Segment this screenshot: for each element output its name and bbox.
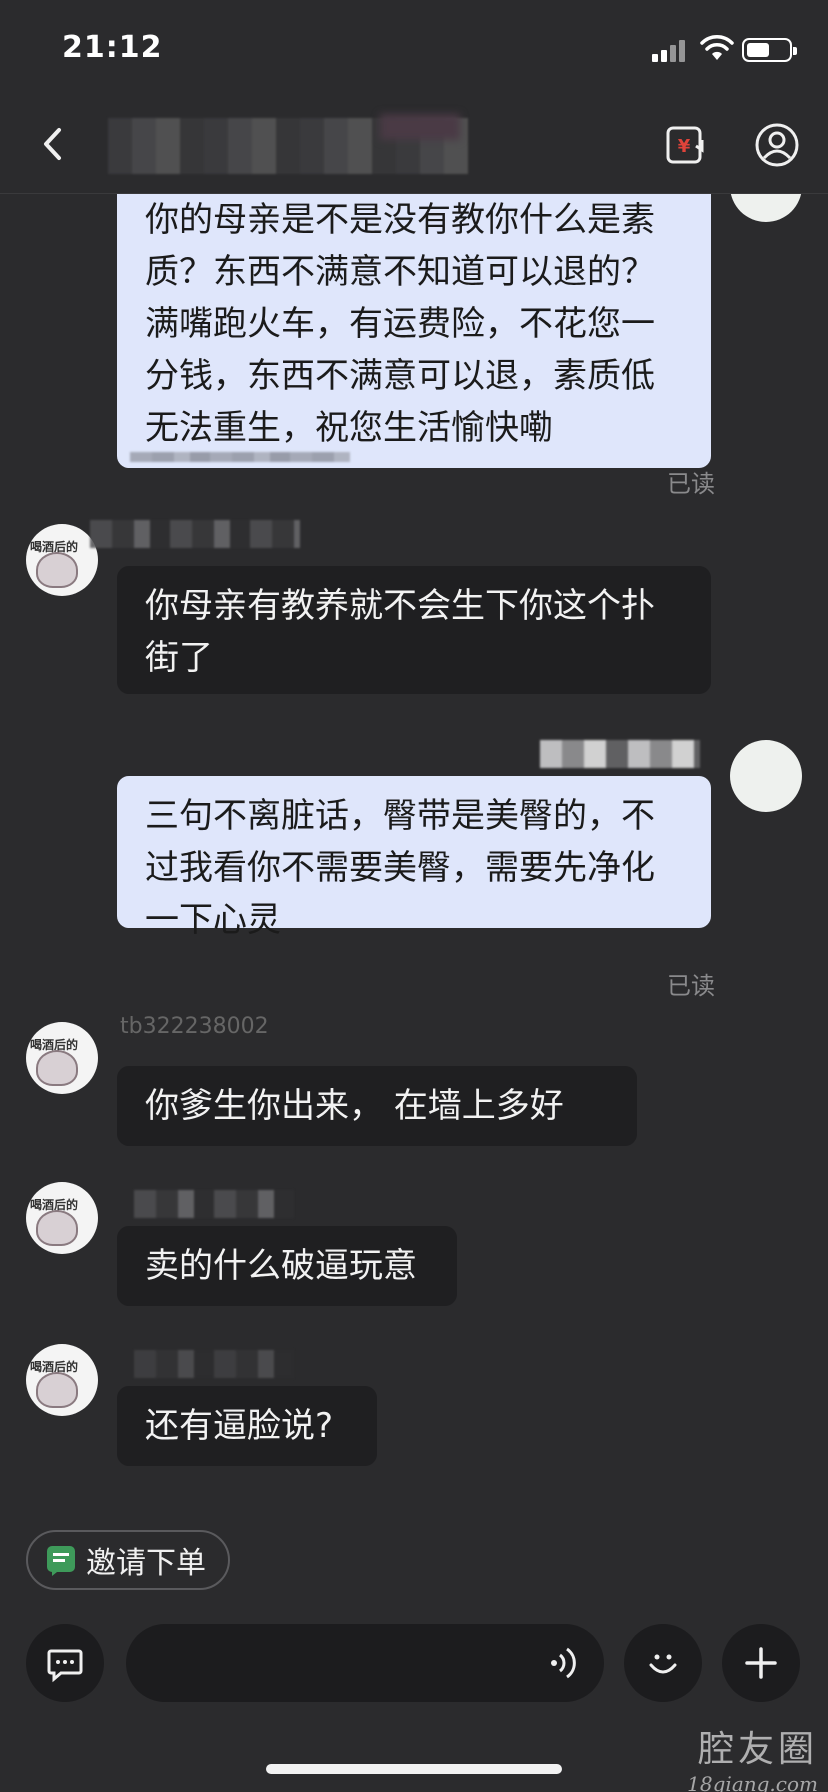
svg-text:¥: ¥: [678, 136, 691, 157]
sender-name-pixelated: [90, 520, 300, 548]
chat-header: ¥: [0, 96, 828, 194]
home-indicator[interactable]: [266, 1764, 562, 1774]
contact-avatar[interactable]: 喝酒后的: [26, 1182, 98, 1254]
chat-bubble-icon: [47, 1649, 83, 1683]
profile-button[interactable]: [754, 122, 800, 168]
status-bar: 21:12: [0, 0, 828, 96]
back-button[interactable]: [30, 116, 74, 172]
pixelated-smudge: [130, 452, 350, 462]
contact-avatar[interactable]: 喝酒后的: [26, 524, 98, 596]
voice-input-icon[interactable]: [548, 1642, 582, 1684]
invite-order-button[interactable]: 邀请下单: [26, 1530, 230, 1590]
emoji-button[interactable]: [624, 1624, 702, 1702]
sender-name-pixelated: [134, 1350, 294, 1378]
order-note-icon: [47, 1546, 75, 1576]
chat-title-pixelated-accent: [380, 114, 460, 140]
message-bubble-incoming[interactable]: 还有逼脸说?: [117, 1386, 377, 1466]
read-status: 已读: [667, 470, 715, 498]
message-input[interactable]: [126, 1624, 604, 1702]
status-time: 21:12: [62, 30, 163, 65]
more-actions-button[interactable]: [722, 1624, 800, 1702]
contact-avatar[interactable]: 喝酒后的: [26, 1344, 98, 1416]
site-watermark: 腔友圈 18qiang.com: [687, 1720, 818, 1792]
message-bubble-incoming[interactable]: 你爹生你出来， 在墙上多好: [117, 1066, 637, 1146]
chevron-left-icon: [44, 128, 61, 160]
watermark-url: 18qiang.com: [687, 1772, 818, 1792]
price-change-button[interactable]: ¥: [664, 124, 708, 168]
message-list[interactable]: 你的母亲是不是没有教你什么是素质？东西不满意不知道可以退的？满嘴跑火车，有运费险…: [0, 194, 828, 1514]
my-avatar[interactable]: [730, 194, 802, 222]
sender-name-pixelated: [134, 1190, 294, 1218]
contact-avatar[interactable]: 喝酒后的: [26, 1022, 98, 1094]
invite-order-label: 邀请下单: [86, 1546, 206, 1581]
message-bubble-incoming[interactable]: 卖的什么破逼玩意: [117, 1226, 457, 1306]
plus-icon: [745, 1647, 777, 1679]
smiley-icon: [649, 1654, 677, 1674]
quick-reply-button[interactable]: [26, 1624, 104, 1702]
sender-name-partial: tb322238002: [120, 1014, 269, 1039]
message-bubble-incoming[interactable]: 你母亲有教养就不会生下你这个扑街了: [117, 566, 711, 694]
read-status: 已读: [667, 972, 715, 1000]
message-bubble-outgoing[interactable]: 三句不离脏话，臀带是美臀的，不过我看你不需要美臀，需要先净化一下心灵: [117, 776, 711, 940]
my-avatar[interactable]: [730, 740, 802, 812]
cellular-signal-icon: [652, 38, 690, 62]
wifi-icon: [700, 35, 734, 60]
sender-name-pixelated: [540, 740, 700, 768]
chat-screen: 21:12 ¥ 你的母亲是不是没有教你什么是素质？东西不满意不知道可以退的？满嘴…: [0, 0, 828, 1792]
message-input-bar: [0, 1612, 828, 1722]
watermark-main: 腔友圈: [697, 1729, 818, 1770]
battery-icon: [742, 38, 797, 62]
message-bubble-outgoing[interactable]: 你的母亲是不是没有教你什么是素质？东西不满意不知道可以退的？满嘴跑火车，有运费险…: [117, 194, 711, 468]
